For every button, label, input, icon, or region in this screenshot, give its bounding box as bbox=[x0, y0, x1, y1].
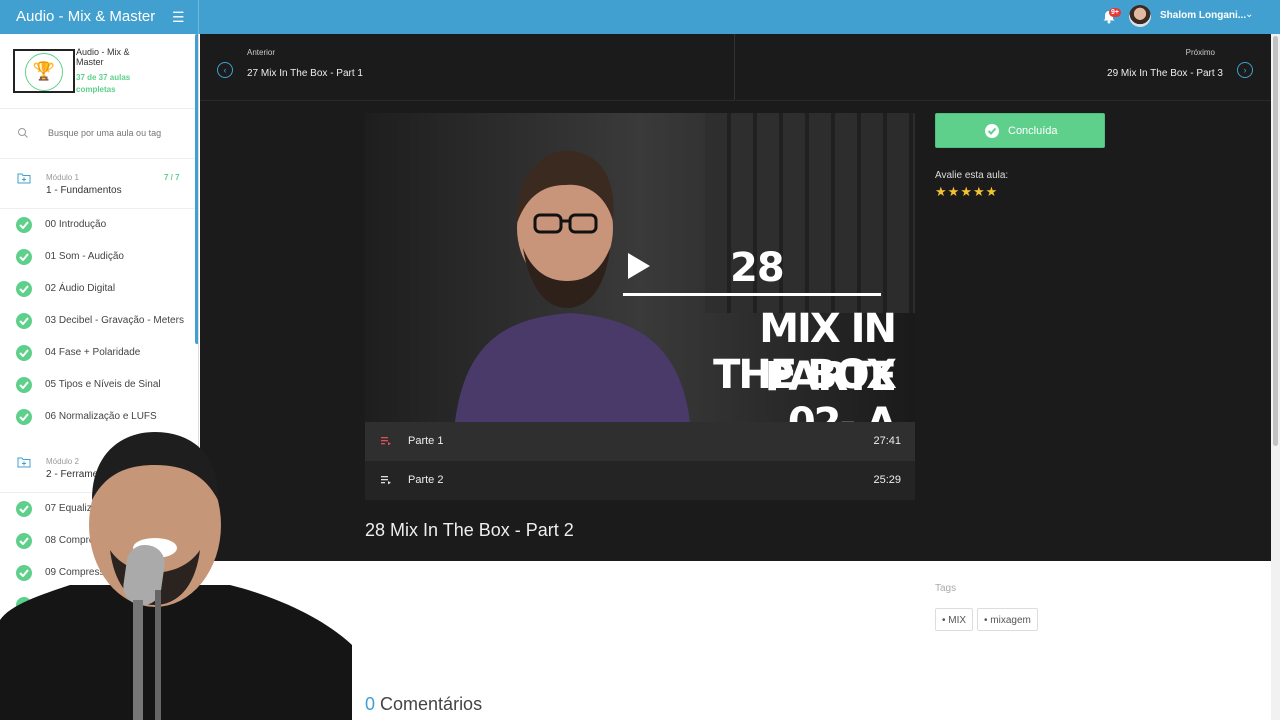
check-circle-icon bbox=[16, 377, 32, 393]
star-icon[interactable]: ★ bbox=[948, 184, 961, 199]
chevron-down-icon[interactable]: ⌄ bbox=[1245, 9, 1253, 20]
check-circle-icon bbox=[16, 281, 32, 297]
lesson-item[interactable]: 04 Fase + Polaridade bbox=[0, 337, 195, 369]
trophy-icon: 🏆 bbox=[25, 53, 63, 91]
folder-plus-icon bbox=[17, 173, 31, 184]
user-name[interactable]: Shalom Longani... bbox=[1160, 10, 1246, 21]
tag-item[interactable]: • mixagem bbox=[977, 608, 1038, 631]
star-icon[interactable]: ★ bbox=[973, 184, 986, 199]
scrollbar-thumb[interactable] bbox=[1273, 36, 1278, 446]
module-header-1[interactable]: Módulo 1 1 - Fundamentos 7 / 7 bbox=[0, 159, 195, 209]
part-duration: 27:41 bbox=[873, 435, 901, 447]
tag-text: mixagem bbox=[990, 615, 1031, 626]
check-circle-icon bbox=[16, 345, 32, 361]
module-label: Módulo 1 bbox=[46, 173, 79, 182]
title-underline bbox=[623, 293, 881, 296]
brand: Audio - Mix & Master ☰ bbox=[0, 0, 199, 34]
course-name: Audio - Mix & Master bbox=[76, 47, 130, 67]
part-item-2[interactable]: Parte 2 25:29 bbox=[365, 461, 915, 500]
lesson-item[interactable]: 02 Áudio Digital bbox=[0, 273, 195, 305]
presenter-image bbox=[455, 150, 690, 422]
playlist-icon bbox=[381, 437, 391, 446]
video-number: 28 bbox=[730, 245, 785, 291]
play-icon[interactable] bbox=[628, 253, 650, 279]
app-title[interactable]: Audio - Mix & Master bbox=[16, 8, 155, 25]
video-parts-list: Parte 1 27:41 Parte 2 25:29 bbox=[365, 422, 915, 500]
module-count: 7 / 7 bbox=[164, 173, 180, 182]
lesson-item[interactable]: 00 Introdução bbox=[0, 209, 195, 241]
lesson-title: 04 Fase + Polaridade bbox=[45, 347, 141, 358]
lesson-completed-button[interactable]: Concluída bbox=[935, 113, 1105, 148]
video-title-line2: PARTE 02- A bbox=[764, 354, 897, 422]
search-input[interactable] bbox=[48, 125, 188, 141]
course-logo: 🏆 bbox=[13, 49, 75, 93]
sidebar-scrollbar[interactable] bbox=[195, 34, 198, 344]
next-lesson-link[interactable]: Próximo 29 Mix In The Box - Part 3 › bbox=[736, 34, 1271, 101]
tag-item[interactable]: • MIX bbox=[935, 608, 974, 631]
video-player[interactable]: 28 MIX IN THE BOX PARTE 02- A bbox=[365, 113, 915, 422]
tags-label: Tags bbox=[935, 583, 957, 594]
next-label: Próximo bbox=[1185, 48, 1215, 57]
comments-count: 0 bbox=[365, 694, 376, 714]
lesson-title: 02 Áudio Digital bbox=[45, 283, 116, 294]
lesson-item[interactable]: 03 Decibel - Gravação - Meters bbox=[0, 305, 195, 337]
lesson-player-area: ‹ Anterior 27 Mix In The Box - Part 1 Pr… bbox=[200, 34, 1271, 561]
module-name: 1 - Fundamentos bbox=[46, 185, 122, 196]
lesson-title: 28 Mix In The Box - Part 2 bbox=[365, 520, 574, 540]
lesson-title: 00 Introdução bbox=[45, 219, 107, 230]
search-icon bbox=[18, 128, 28, 138]
check-circle-icon bbox=[16, 249, 32, 265]
next-title[interactable]: 29 Mix In The Box - Part 3 bbox=[1107, 68, 1223, 79]
comments-label: Comentários bbox=[380, 694, 483, 714]
lesson-title: 01 Som - Audição bbox=[45, 251, 124, 262]
part-title: Parte 1 bbox=[408, 435, 444, 447]
chevron-left-icon[interactable]: ‹ bbox=[217, 62, 233, 78]
course-header: 🏆 Audio - Mix & Master 37 de 37 aulas co… bbox=[0, 34, 195, 109]
comments-heading: 0 Comentários bbox=[365, 694, 482, 715]
lesson-item[interactable]: 05 Tipos e Níveis de Sinal bbox=[0, 369, 195, 401]
part-item-1[interactable]: Parte 1 27:41 bbox=[365, 422, 915, 461]
part-title: Parte 2 bbox=[408, 474, 444, 486]
menu-toggle-icon[interactable]: ☰ bbox=[172, 9, 185, 26]
course-progress: 37 de 37 aulas completas bbox=[76, 73, 131, 94]
previous-label: Anterior bbox=[247, 48, 276, 57]
rate-label: Avalie esta aula: bbox=[935, 170, 1009, 181]
lesson-title: 05 Tipos e Níveis de Sinal bbox=[45, 379, 161, 390]
part-duration: 25:29 bbox=[873, 474, 901, 486]
star-rating[interactable]: ★★★★★ bbox=[935, 184, 998, 200]
previous-lesson-link[interactable]: ‹ Anterior 27 Mix In The Box - Part 1 bbox=[200, 34, 735, 101]
star-icon[interactable]: ★ bbox=[986, 184, 999, 199]
star-icon[interactable]: ★ bbox=[960, 184, 973, 199]
previous-title[interactable]: 27 Mix In The Box - Part 1 bbox=[247, 68, 363, 79]
user-avatar[interactable] bbox=[1129, 5, 1151, 27]
check-circle-icon bbox=[16, 217, 32, 233]
lesson-title: 03 Decibel - Gravação - Meters bbox=[45, 315, 184, 326]
check-circle-icon bbox=[16, 313, 32, 329]
lesson-item[interactable]: 01 Som - Audição bbox=[0, 241, 195, 273]
done-label: Concluída bbox=[1008, 125, 1058, 137]
star-icon[interactable]: ★ bbox=[935, 184, 948, 199]
chevron-right-icon[interactable]: › bbox=[1237, 62, 1253, 78]
lesson-search bbox=[0, 109, 195, 159]
tag-text: MIX bbox=[948, 615, 967, 626]
check-icon bbox=[985, 124, 999, 138]
notification-badge: 9+ bbox=[1109, 8, 1121, 17]
top-bar: Audio - Mix & Master ☰ 9+ Shalom Longani… bbox=[0, 0, 1280, 34]
playlist-icon bbox=[381, 476, 391, 485]
page-scrollbar[interactable] bbox=[1271, 34, 1280, 720]
webcam-overlay bbox=[0, 432, 352, 720]
